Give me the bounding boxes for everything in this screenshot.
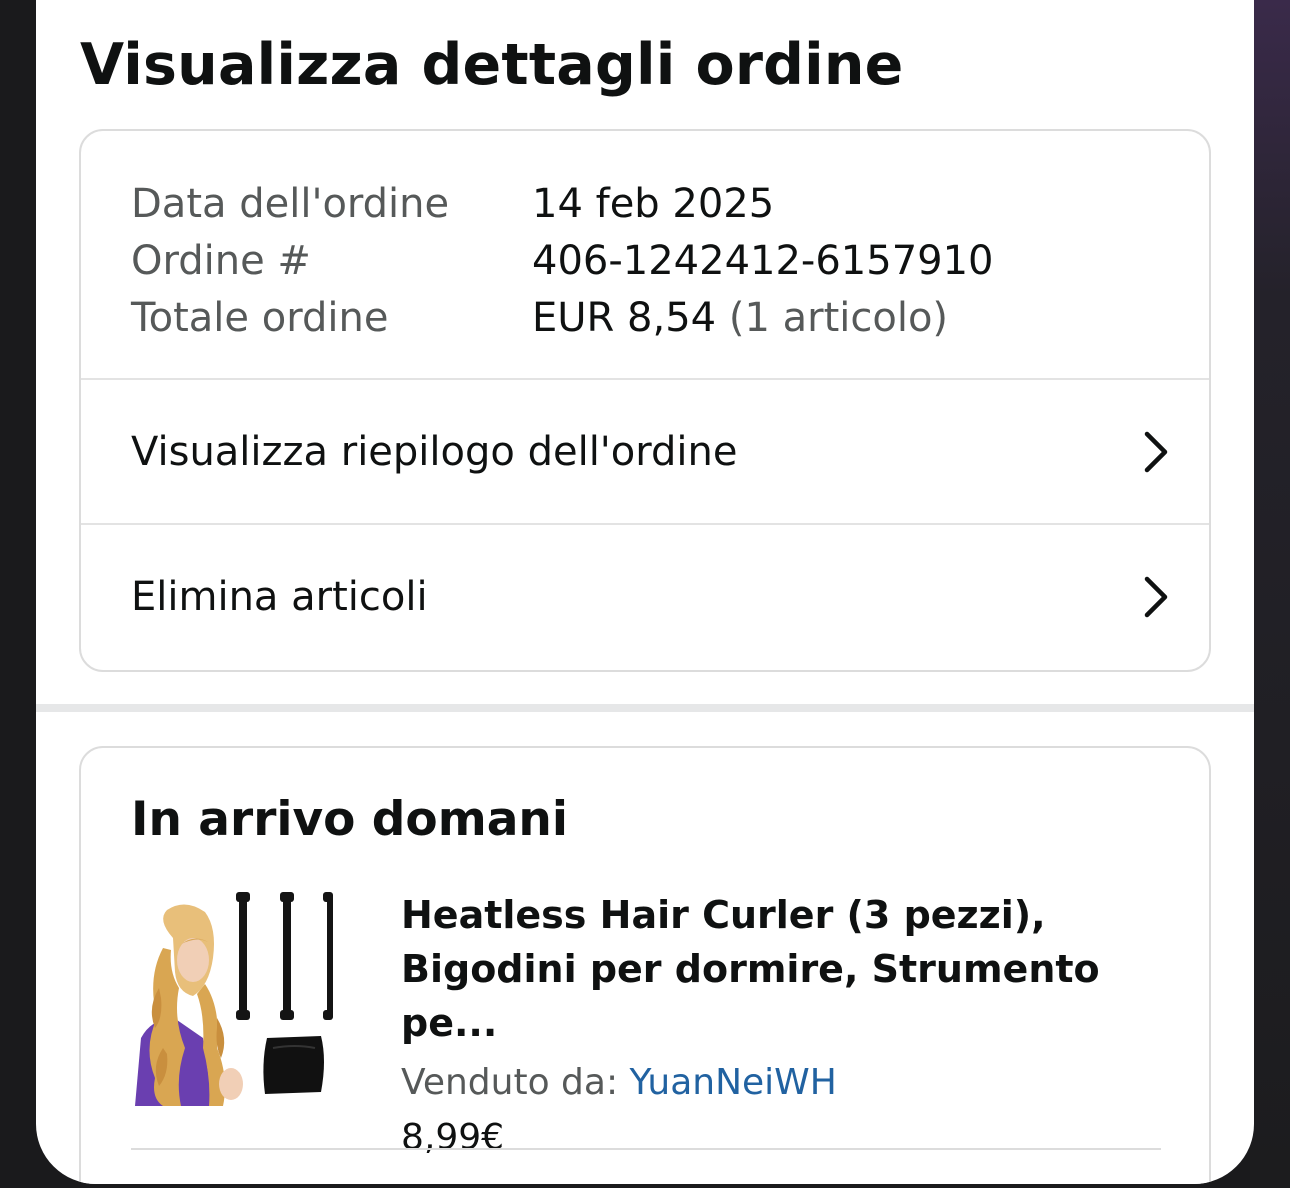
order-total-value: EUR 8,54	[532, 294, 717, 341]
shipment-heading: In arrivo domani	[131, 792, 568, 847]
background-edge	[1250, 0, 1290, 1188]
view-order-summary-label: Visualizza riepilogo dell'ordine	[131, 428, 738, 475]
order-number-row: Ordine # 406-1242412-6157910	[81, 232, 1209, 289]
delete-items-link[interactable]: Elimina articoli	[81, 523, 1209, 668]
order-date-value: 14 feb 2025	[532, 180, 775, 227]
shipment-card: In arrivo domani Heatless Hair Curler (3…	[79, 746, 1211, 1184]
section-divider	[36, 704, 1254, 712]
order-details-sheet: Visualizza dettagli ordine Data dell'ord…	[36, 0, 1254, 1184]
product-price: 8,99€	[401, 1117, 505, 1158]
order-item-count: (1 articolo)	[728, 294, 949, 341]
order-number-value: 406-1242412-6157910	[532, 237, 994, 284]
item-divider	[131, 1148, 1161, 1150]
seller-line: Venduto da: YuanNeiWH	[401, 1056, 1181, 1110]
order-number-label: Ordine #	[131, 237, 311, 284]
order-total-value-wrap: EUR 8,54 (1 articolo)	[532, 295, 948, 341]
order-info-card: Data dell'ordine 14 feb 2025 Ordine # 40…	[79, 129, 1211, 672]
product-title-line-1: Heatless Hair Curler (3 pezzi),	[401, 893, 1046, 937]
order-date-row: Data dell'ordine 14 feb 2025	[81, 175, 1209, 232]
view-order-summary-link[interactable]: Visualizza riepilogo dell'ordine	[81, 378, 1209, 523]
order-date-label: Data dell'ordine	[131, 180, 450, 227]
chevron-right-icon	[1144, 431, 1168, 472]
screen: Visualizza dettagli ordine Data dell'ord…	[0, 0, 1290, 1188]
product-title[interactable]: Heatless Hair Curler (3 pezzi), Bigodini…	[401, 888, 1181, 1050]
seller-link[interactable]: YuanNeiWH	[630, 1062, 837, 1103]
product-info: Heatless Hair Curler (3 pezzi), Bigodini…	[401, 888, 1181, 1166]
seller-label: Venduto da:	[401, 1062, 630, 1103]
order-total-row: Totale ordine EUR 8,54 (1 articolo)	[81, 289, 1209, 346]
chevron-right-icon	[1144, 576, 1168, 617]
page-title: Visualizza dettagli ordine	[80, 32, 904, 98]
order-info-block: Data dell'ordine 14 feb 2025 Ordine # 40…	[81, 131, 1209, 378]
delete-items-label: Elimina articoli	[131, 573, 428, 620]
order-total-label: Totale ordine	[131, 294, 389, 341]
product-title-line-2: Bigodini per dormire, Strumento pe...	[401, 947, 1100, 1045]
product-thumbnail[interactable]	[133, 888, 333, 1106]
